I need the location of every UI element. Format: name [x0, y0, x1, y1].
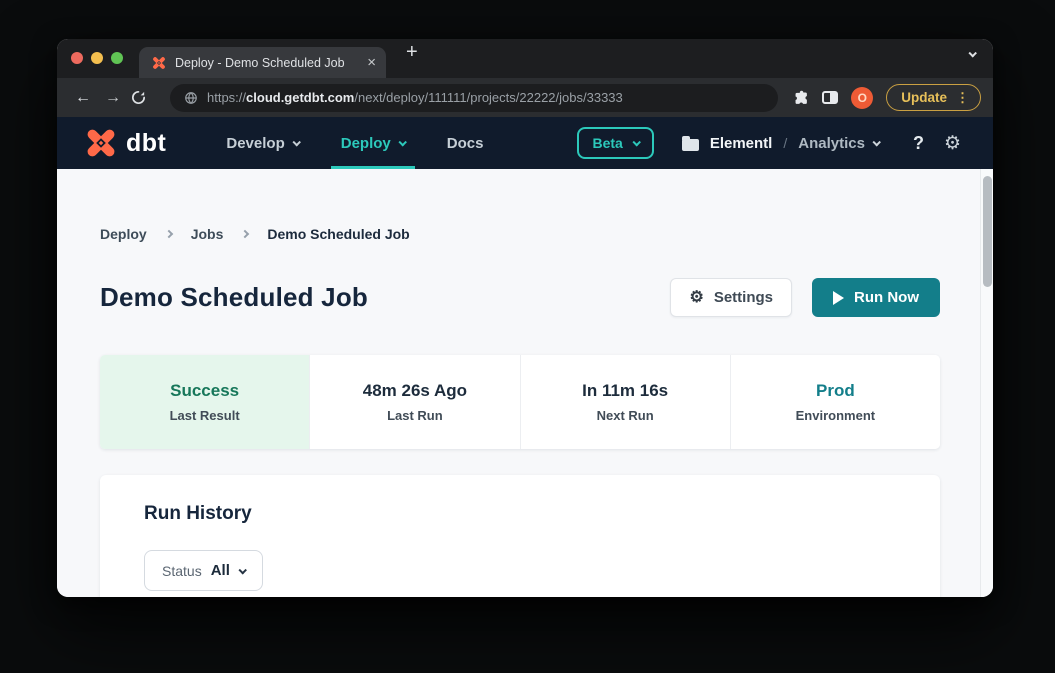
breadcrumb-jobs[interactable]: Jobs [191, 226, 224, 242]
stat-label: Last Result [170, 408, 240, 423]
stat-value: 48m 26s Ago [363, 381, 467, 401]
beta-badge-dropdown[interactable]: Beta [577, 127, 653, 159]
window-controls [71, 52, 123, 64]
address-bar[interactable]: https://cloud.getdbt.com/next/deploy/111… [170, 84, 778, 112]
gear-icon: ⚙ [689, 290, 703, 306]
settings-label: Settings [714, 289, 773, 306]
page-content: Deploy Jobs Demo Scheduled Job Demo Sche… [57, 169, 993, 597]
nav-settings-gear-icon[interactable]: ⚙ [944, 134, 961, 153]
tab-search-chevron-icon[interactable] [969, 44, 975, 62]
project-name: Analytics [798, 135, 865, 152]
tab-strip: Deploy - Demo Scheduled Job × + [57, 39, 993, 78]
url-text: https://cloud.getdbt.com/next/deploy/111… [207, 90, 623, 105]
folder-icon [682, 139, 699, 151]
extensions-puzzle-icon[interactable] [792, 89, 809, 106]
chevron-down-icon [292, 138, 300, 146]
tab-title: Deploy - Demo Scheduled Job [175, 56, 359, 70]
nav-item-deploy[interactable]: Deploy [341, 117, 405, 169]
dbt-logo[interactable]: dbt [83, 126, 166, 160]
chevron-down-icon [398, 138, 406, 146]
stat-value: Prod [816, 381, 855, 401]
stat-next-run: In 11m 16s Next Run [520, 355, 730, 449]
help-button[interactable]: ? [913, 133, 924, 154]
run-history-title: Run History [144, 503, 896, 525]
browser-tab[interactable]: Deploy - Demo Scheduled Job × [139, 47, 386, 78]
scrollbar-track[interactable] [980, 169, 993, 597]
back-button[interactable]: ← [70, 89, 96, 107]
chevron-down-icon [872, 138, 880, 146]
stat-last-run: 48m 26s Ago Last Run [309, 355, 519, 449]
account-separator: / [783, 135, 787, 151]
browser-window: Deploy - Demo Scheduled Job × + ← → http… [57, 39, 993, 597]
stat-environment: Prod Environment [730, 355, 940, 449]
stat-value: Success [170, 381, 239, 401]
more-menu-dots-icon[interactable]: ⋮ [956, 90, 969, 106]
status-filter-label: Status [162, 563, 202, 579]
run-now-button[interactable]: Run Now [812, 278, 940, 317]
breadcrumb-deploy[interactable]: Deploy [100, 226, 147, 242]
update-button[interactable]: Update ⋮ [886, 84, 981, 111]
dbt-logo-icon [83, 126, 119, 160]
fullscreen-window-button[interactable] [111, 52, 123, 64]
minimize-window-button[interactable] [91, 52, 103, 64]
scrollbar-thumb[interactable] [983, 176, 992, 287]
run-history-card: Run History Status All [100, 475, 940, 597]
job-stats-row: Success Last Result 48m 26s Ago Last Run… [100, 355, 940, 449]
status-filter-value: All [211, 562, 230, 579]
profile-avatar[interactable]: O [851, 87, 873, 109]
account-name: Elementl [710, 135, 773, 152]
site-info-globe-icon[interactable] [184, 91, 198, 105]
stat-last-result: Success Last Result [100, 355, 309, 449]
side-panel-icon[interactable] [822, 91, 838, 104]
stat-label: Environment [796, 408, 875, 423]
play-icon [833, 291, 844, 305]
close-window-button[interactable] [71, 52, 83, 64]
breadcrumb: Deploy Jobs Demo Scheduled Job [100, 226, 940, 242]
browser-toolbar: ← → https://cloud.getdbt.com/next/deploy… [57, 78, 993, 117]
close-tab-icon[interactable]: × [367, 55, 376, 70]
dbt-navbar: dbt Develop Deploy Docs Beta Elementl / … [57, 117, 993, 169]
stat-value: In 11m 16s [582, 381, 668, 401]
nav-item-develop[interactable]: Develop [226, 117, 298, 169]
new-tab-button[interactable]: + [406, 42, 418, 62]
update-label: Update [901, 90, 947, 105]
nav-item-docs[interactable]: Docs [447, 117, 484, 169]
brand-name: dbt [126, 129, 166, 158]
chevron-right-icon [241, 230, 249, 238]
status-filter-dropdown[interactable]: Status All [144, 550, 263, 591]
settings-button[interactable]: ⚙ Settings [670, 278, 792, 317]
stat-label: Last Run [387, 408, 443, 423]
chevron-down-icon [632, 138, 640, 146]
refresh-button[interactable] [130, 89, 156, 106]
chevron-right-icon [164, 230, 172, 238]
forward-button[interactable]: → [100, 89, 126, 107]
breadcrumb-current: Demo Scheduled Job [267, 226, 409, 242]
stat-label: Next Run [597, 408, 654, 423]
dbt-favicon-icon [151, 55, 167, 71]
page-title: Demo Scheduled Job [100, 282, 368, 313]
account-project-selector[interactable]: Elementl / Analytics [682, 135, 879, 152]
run-now-label: Run Now [854, 289, 919, 306]
chevron-down-icon [238, 566, 246, 574]
